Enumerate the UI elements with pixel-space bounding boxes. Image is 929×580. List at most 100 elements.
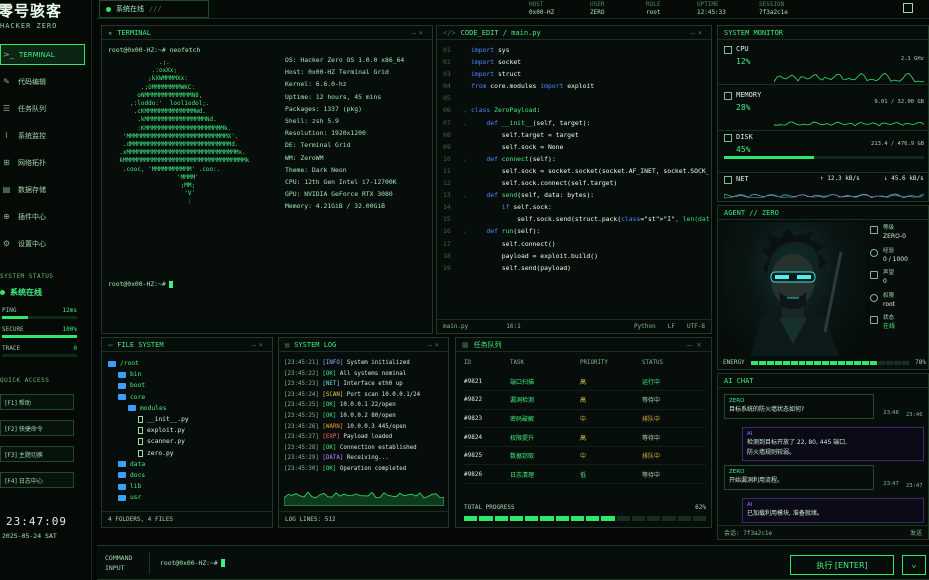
file-item[interactable]: scanner.py [108, 436, 189, 447]
panel-controls-icon[interactable]: —× [428, 338, 442, 352]
tasks-header: ▦ 任务队列 —× [456, 338, 711, 352]
log-message: 10.0.0.2 80/open [339, 412, 396, 419]
code-text: self.sock.connect(self.target) [471, 179, 618, 188]
status-chip[interactable]: 系统在线 /// [99, 0, 209, 18]
table-row[interactable]: #9822 漏洞检测高等待中 [464, 390, 706, 410]
agent-stat-key: 经验 [883, 247, 895, 254]
folder-item[interactable]: boot [108, 380, 189, 391]
terminal-sysinfo: OS: Hacker Zero OS 1.0.0 x86_64 Host: 0x0… [285, 54, 404, 213]
agent-stat-key: 等级 [883, 225, 895, 231]
folder-item[interactable]: data [108, 459, 189, 470]
energy-label: ENERGY [723, 359, 745, 366]
folder-icon: ▭ [108, 340, 113, 349]
folder-item[interactable]: modules [108, 403, 189, 414]
file-item[interactable]: exploit.py [108, 425, 189, 436]
task-priority: 中 [580, 409, 642, 429]
disk-percent: 45% [736, 145, 751, 154]
progress-segment [494, 516, 508, 521]
file-item[interactable]: zero.py [108, 448, 189, 459]
code-line: 05 [443, 92, 709, 104]
task-status: 等待中 [642, 464, 706, 485]
execute-button[interactable]: 执行 [ENTER] [790, 555, 894, 575]
file-item[interactable]: __init__.py [108, 414, 189, 425]
folder-item[interactable]: bin [108, 369, 189, 380]
task-name: 日志清理 [510, 464, 580, 485]
log-time: [23:45:22] [284, 370, 319, 377]
panel-controls-icon[interactable]: —× [686, 338, 705, 352]
folder-item[interactable]: /root [108, 358, 189, 369]
folder-item[interactable]: core [108, 392, 189, 403]
folder-icon [128, 405, 136, 412]
quick-access-button[interactable]: [F2] 快捷命令 [0, 420, 74, 436]
log-time: [23:45:29] [284, 455, 319, 462]
command-input[interactable]: root@0x00-HZ:~# [149, 552, 779, 574]
sidebar-item-7[interactable]: ⊕ 插件中心 [0, 206, 85, 227]
column-header: PRIORITY [580, 360, 608, 366]
folder-item[interactable]: usr [108, 492, 189, 503]
command-bar: COMMAND INPUT root@0x00-HZ:~# 执行 [ENTER] … [97, 545, 929, 580]
topbar-info-value: 12:45:33 [697, 9, 726, 16]
folder-item[interactable]: docs [108, 470, 189, 481]
panel-controls-icon[interactable]: —× [412, 26, 426, 40]
chat-footer: 会话: 7f3a2c1e 发送 [718, 525, 928, 539]
sidebar-item-5[interactable]: ⊞ 网络拓扑 [0, 152, 85, 173]
files-title: FILE SYSTEM [117, 340, 164, 349]
monitor-title: SYSTEM MONITOR [724, 28, 784, 37]
quick-access-button[interactable]: [F3] 主题切换 [0, 446, 74, 462]
chat-send-button[interactable]: 发送 [910, 528, 922, 537]
table-row[interactable]: #9825 数据窃取中排队中 [464, 446, 706, 466]
sidebar-item-label: 网络拓扑 [18, 158, 46, 167]
quick-access-button[interactable]: [F1] 帮助 [0, 394, 74, 410]
ascii-art-line: .kMMMMMMMMMMMMMMMMMNd. [112, 116, 217, 124]
system-status-state-label: 系统在线 [10, 288, 42, 297]
energy-segment [790, 360, 798, 365]
sidebar-item-label: 代码编辑 [18, 77, 46, 86]
table-row[interactable]: #9821 端口扫描高运行中 [464, 372, 706, 392]
agent-stat-text: 状态 在线 [883, 314, 895, 331]
sidebar-item-2[interactable]: ✎ 代码编辑 [0, 71, 85, 92]
code-text: def send(self, data: bytes): [486, 191, 595, 200]
folder-icon [108, 360, 116, 367]
status-row: PING 12ms [2, 307, 77, 319]
code-area[interactable]: 01 import sys 02 import socket 03 import stru… [443, 44, 709, 274]
monitor-disk: DISK 45% 213.4 / 476.9 GB [718, 130, 929, 173]
code-line: 11 self.sock = socket.socket(socket.AF_I… [443, 165, 709, 177]
code-text: if self.sock: [501, 203, 552, 212]
table-row[interactable]: #9824 权限提升高等待中 [464, 427, 706, 447]
status-key: SECURE [2, 326, 24, 333]
sidebar-item-1[interactable]: >_ TERMINAL [0, 44, 85, 65]
task-queue-panel: ▦ 任务队列 —× ID TASK PRIORITY STATUS #9821 端口扫描高运… [455, 337, 712, 528]
ascii-art-line: .;. [112, 59, 170, 66]
log-time: [23:45:28] [284, 444, 319, 451]
progress-segment [662, 516, 676, 521]
task-id: #9824 [464, 427, 510, 447]
disk-label: DISK [736, 133, 753, 141]
monitor-cpu: CPU 12% 2.1 GHz [718, 42, 929, 85]
code-text: payload = exploit.build() [471, 251, 598, 260]
chevron-down-icon[interactable]: ⌄ [902, 555, 926, 575]
folder-item[interactable]: lib [108, 481, 189, 492]
sidebar-item-4[interactable]: ⌇ 系统监控 [0, 125, 85, 146]
terminal-prompt[interactable]: root@0x00-HZ:~# [108, 280, 173, 288]
quick-access-button[interactable]: [F4] 日志中心 [0, 472, 74, 488]
window-maximize-icon[interactable] [903, 3, 913, 13]
tree-item-label: modules [140, 404, 167, 412]
progress-segment [540, 516, 554, 521]
sidebar-item-8[interactable]: ⚙ 设置中心 [0, 233, 85, 254]
table-row[interactable]: #9826 日志清理低等待中 [464, 464, 706, 485]
chat-session: 会话: 7f3a2c1e [724, 530, 773, 537]
sidebar-item-3[interactable]: ☰ 任务队列 [0, 98, 85, 119]
sidebar-item-6[interactable]: ▤ 数据存储 [0, 179, 85, 200]
panel-controls-icon[interactable]: —× [252, 338, 266, 352]
energy-row: ENERGY 78% [723, 359, 926, 366]
code-line: 06 ⌄ class ZeroPayload: [443, 104, 709, 116]
code-text: def connect(self): [486, 154, 556, 163]
code-text: class ZeroPayload: [471, 106, 541, 115]
quick-access-panel: QUICK ACCESS [F1] 帮助 [F2] 快捷命令 [F3] 主题切换 [F… [0, 377, 88, 498]
chat-text: 开始漏洞利用流程。 [729, 477, 784, 484]
ascii-art-line: .:oxXx; [112, 67, 178, 75]
log-line: [23:45:27] [EXP] Payload loaded [284, 432, 420, 443]
panel-controls-icon[interactable]: —× [691, 26, 705, 40]
table-row[interactable]: #9823 密码破解中排队中 [464, 409, 706, 429]
topbar-info-value: 0x00-HZ [529, 9, 555, 16]
